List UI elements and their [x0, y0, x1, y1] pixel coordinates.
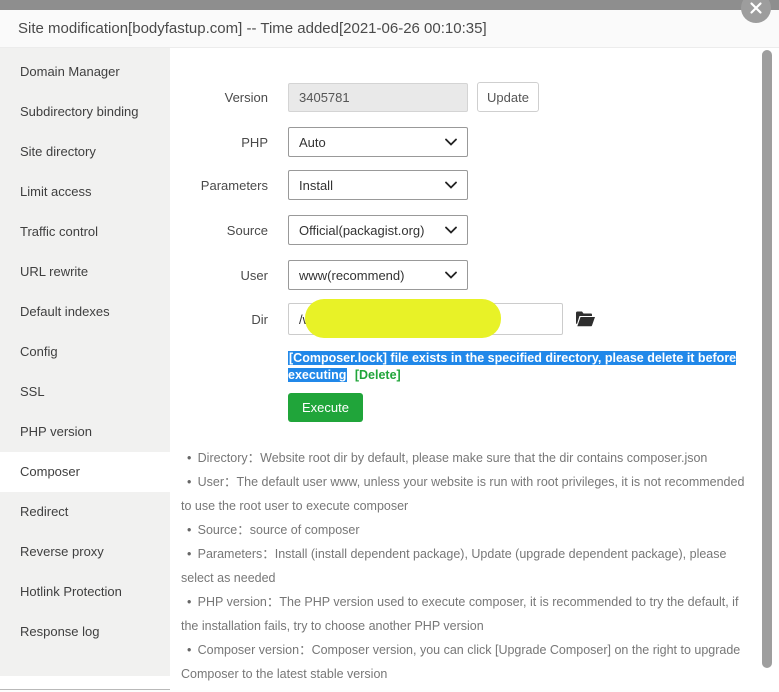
chevron-down-icon	[445, 181, 457, 189]
user-label: User	[240, 267, 268, 283]
help-item-php-version: PHP version：The PHP version used to exec…	[181, 590, 746, 638]
php-select-value: Auto	[299, 134, 326, 150]
php-select[interactable]: Auto	[288, 127, 468, 157]
dialog-titlebar: Site modification[bodyfastup.com] -- Tim…	[0, 10, 779, 48]
help-list: Directory：Website root dir by default, p…	[181, 446, 746, 686]
help-item-composer-version: Composer version：Composer version, you c…	[181, 638, 746, 686]
help-item-source: Source：source of composer	[181, 518, 746, 542]
parameters-select-value: Install	[299, 177, 333, 193]
close-icon	[749, 1, 763, 15]
site-modification-dialog: Site modification[bodyfastup.com] -- Tim…	[0, 0, 779, 690]
source-select-value: Official(packagist.org)	[299, 222, 425, 238]
execute-button[interactable]: Execute	[288, 393, 363, 422]
sidebar-item-ssl[interactable]: SSL	[0, 372, 170, 412]
help-item-parameters: Parameters：Install (install dependent pa…	[181, 542, 746, 590]
php-label: PHP	[241, 134, 268, 150]
sidebar-item-response-log[interactable]: Response log	[0, 612, 170, 652]
parameters-row: Parameters Install	[170, 170, 468, 200]
user-row: User www(recommend)	[170, 260, 468, 290]
sidebar-item-composer[interactable]: Composer	[0, 452, 170, 492]
chevron-down-icon	[445, 226, 457, 234]
sidebar-item-hotlink-protection[interactable]: Hotlink Protection	[0, 572, 170, 612]
version-label: Version	[224, 89, 268, 105]
chevron-down-icon	[445, 138, 457, 146]
sidebar-item-default-indexes[interactable]: Default indexes	[0, 292, 170, 332]
sidebar-item-limit-access[interactable]: Limit access	[0, 172, 170, 212]
source-select[interactable]: Official(packagist.org)	[288, 215, 468, 245]
source-label: Source	[226, 222, 268, 238]
composer-lock-warning: [Composer.lock] file exists in the speci…	[288, 350, 760, 383]
sidebar-item-config[interactable]: Config	[0, 332, 170, 372]
sidebar-item-site-directory[interactable]: Site directory	[0, 132, 170, 172]
source-row: Source Official(packagist.org)	[170, 215, 468, 245]
user-select-value: www(recommend)	[299, 267, 405, 283]
version-row: Version Update	[170, 82, 539, 112]
parameters-label: Parameters	[200, 177, 268, 193]
folder-open-icon[interactable]	[575, 311, 596, 327]
sidebar-item-traffic-control[interactable]: Traffic control	[0, 212, 170, 252]
dir-label: Dir	[251, 311, 268, 327]
dialog-title: Site modification[bodyfastup.com] -- Tim…	[18, 20, 487, 37]
sidebar: Domain Manager Subdirectory binding Site…	[0, 48, 170, 676]
help-item-user: User：The default user www, unless your w…	[181, 470, 746, 518]
dir-row: Dir	[170, 299, 596, 338]
update-button[interactable]: Update	[477, 82, 539, 112]
php-row: PHP Auto	[170, 127, 468, 157]
delete-link[interactable]: [Delete]	[355, 368, 401, 382]
sidebar-item-url-rewrite[interactable]: URL rewrite	[0, 252, 170, 292]
page-top-strip	[0, 0, 779, 10]
composer-panel: Version Update PHP Auto Parameters Insta…	[170, 48, 779, 690]
sidebar-item-domain-manager[interactable]: Domain Manager	[0, 52, 170, 92]
chevron-down-icon	[445, 271, 457, 279]
parameters-select[interactable]: Install	[288, 170, 468, 200]
scrollbar-thumb[interactable]	[762, 50, 772, 668]
sidebar-item-php-version[interactable]: PHP version	[0, 412, 170, 452]
sidebar-item-reverse-proxy[interactable]: Reverse proxy	[0, 532, 170, 572]
sidebar-item-subdirectory-binding[interactable]: Subdirectory binding	[0, 92, 170, 132]
help-item-directory: Directory：Website root dir by default, p…	[181, 446, 746, 470]
sidebar-item-redirect[interactable]: Redirect	[0, 492, 170, 532]
user-select[interactable]: www(recommend)	[288, 260, 468, 290]
redaction-highlight	[305, 299, 501, 338]
dir-input-wrap	[288, 299, 596, 338]
version-input[interactable]	[288, 82, 468, 112]
